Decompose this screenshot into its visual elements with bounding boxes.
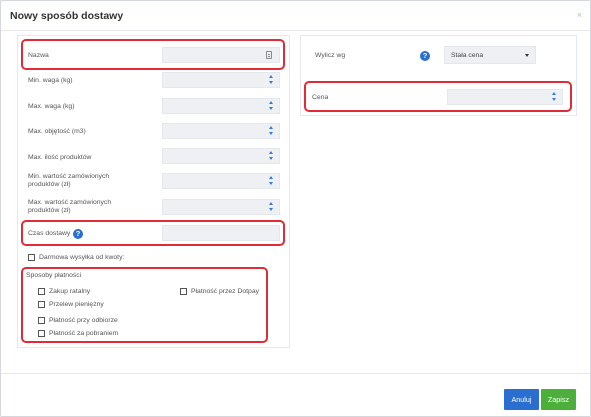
spinner-arrows-icon[interactable]: [269, 151, 274, 161]
spinner-arrows-icon[interactable]: [269, 202, 274, 212]
cancel-button[interactable]: Anuluj: [504, 389, 539, 410]
free-shipping-checkbox[interactable]: [28, 254, 35, 261]
chevron-down-icon: [525, 54, 529, 57]
highlight-name: [21, 39, 285, 70]
close-button[interactable]: ×: [577, 10, 582, 20]
dialog: Nowy sposób dostawy × Nazwa Min. waga (k…: [0, 0, 591, 417]
highlight-price: [304, 81, 572, 112]
help-icon[interactable]: ?: [420, 51, 430, 61]
calc-method-selected: Stała cena: [451, 52, 484, 59]
calc-method-select[interactable]: Stała cena: [444, 46, 536, 64]
min-order-value-label-line2: produktów (zł): [28, 181, 71, 188]
dialog-title: Nowy sposób dostawy: [10, 10, 124, 22]
min-weight-label: Min. waga (kg): [28, 77, 73, 84]
highlight-delivery-time: [21, 220, 285, 246]
max-order-value-label-line1: Max. wartość zamówionych: [28, 199, 112, 206]
max-weight-label: Max. waga (kg): [28, 103, 75, 110]
max-products-label: Max. ilość produktów: [28, 154, 92, 161]
spinner-arrows-icon[interactable]: [269, 75, 274, 85]
highlight-payment-methods: [21, 267, 268, 343]
spinner-arrows-icon[interactable]: [269, 176, 274, 186]
dialog-header: Nowy sposób dostawy ×: [1, 1, 590, 31]
dialog-footer: [1, 373, 590, 374]
save-button[interactable]: Zapisz: [541, 389, 576, 410]
max-weight-input[interactable]: [162, 98, 280, 114]
max-order-value-input[interactable]: [162, 199, 280, 215]
calc-method-label: Wylicz wg: [315, 52, 346, 59]
min-order-value-input[interactable]: [162, 173, 280, 189]
max-order-value-label-line2: produktów (zł): [28, 207, 71, 214]
spinner-arrows-icon[interactable]: [269, 101, 274, 111]
max-volume-label: Max. objętość (m3): [28, 128, 86, 135]
spinner-arrows-icon[interactable]: [269, 126, 274, 136]
min-weight-input[interactable]: [162, 72, 280, 88]
max-products-input[interactable]: [162, 148, 280, 164]
min-order-value-label-line1: Min. wartość zamówionych: [28, 173, 110, 180]
free-shipping-label: Darmowa wysyłka od kwoty:: [39, 254, 125, 261]
max-volume-input[interactable]: [162, 123, 280, 139]
